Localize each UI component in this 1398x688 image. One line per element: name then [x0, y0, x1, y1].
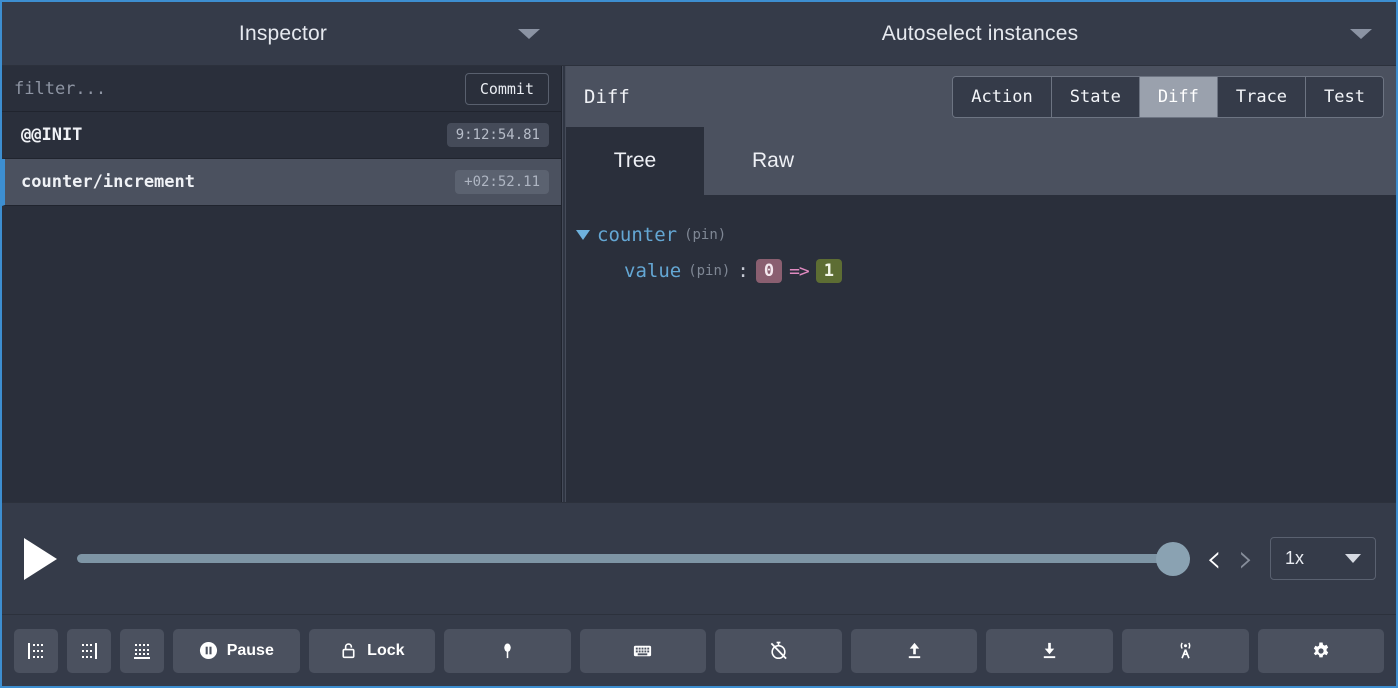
- dock-bottom-icon: [132, 641, 152, 661]
- inspector-tabs: Action State Diff Trace Test: [952, 76, 1384, 118]
- persist-button[interactable]: [444, 629, 571, 673]
- download-icon: [1040, 641, 1059, 660]
- tree-node-meta: (pin): [684, 227, 726, 243]
- tab-raw[interactable]: Raw: [704, 127, 842, 195]
- chevron-left-icon[interactable]: ‹: [1206, 539, 1222, 579]
- chevron-down-icon[interactable]: [1350, 29, 1372, 39]
- stopwatch-off-icon: [768, 640, 789, 661]
- page-title: Inspector: [239, 22, 327, 46]
- play-icon[interactable]: [24, 538, 57, 580]
- action-name: @@INIT: [21, 125, 82, 145]
- tree-node-child[interactable]: value (pin) : 0 => 1: [576, 253, 1396, 289]
- lock-icon: [339, 641, 358, 660]
- triangle-down-icon[interactable]: [576, 230, 590, 240]
- pause-label: Pause: [227, 642, 274, 660]
- playback-speed-select[interactable]: 1x: [1270, 537, 1376, 580]
- slider-track: [77, 554, 1190, 563]
- tree-node-colon: :: [737, 260, 748, 282]
- list-item[interactable]: counter/increment +02:52.11: [2, 159, 561, 206]
- chevron-right-icon[interactable]: ›: [1238, 539, 1254, 579]
- keyboard-icon: [632, 640, 653, 661]
- tab-tree[interactable]: Tree: [566, 127, 704, 195]
- devtools-window: Inspector Autoselect instances Commit @@…: [0, 0, 1398, 688]
- inspector-panel: Diff Action State Diff Trace Test Tree R…: [566, 66, 1396, 502]
- tree-node-key: counter: [597, 224, 677, 246]
- action-timestamp: 9:12:54.81: [447, 123, 549, 147]
- instances-selector[interactable]: Autoselect instances: [564, 2, 1396, 65]
- search-input[interactable]: [14, 79, 455, 99]
- window-header: Inspector Autoselect instances: [2, 2, 1396, 66]
- gear-icon: [1311, 641, 1331, 661]
- import-button[interactable]: [851, 629, 978, 673]
- filter-bar: Commit: [2, 66, 561, 112]
- pin-icon: [498, 641, 517, 660]
- export-button[interactable]: [986, 629, 1113, 673]
- upload-icon: [905, 641, 924, 660]
- diff-arrow: =>: [789, 261, 809, 282]
- inspector-selector[interactable]: Inspector: [2, 2, 564, 65]
- lock-button[interactable]: Lock: [309, 629, 436, 673]
- tab-action[interactable]: Action: [953, 77, 1051, 117]
- keyboard-button[interactable]: [580, 629, 707, 673]
- dock-left-button[interactable]: [14, 629, 58, 673]
- pause-icon: [199, 641, 218, 660]
- commit-button[interactable]: Commit: [465, 73, 549, 105]
- chevron-down-icon[interactable]: [518, 29, 540, 39]
- action-name: counter/increment: [21, 172, 195, 192]
- playback-speed-label: 1x: [1285, 548, 1304, 569]
- tree-node-meta: (pin): [688, 263, 730, 279]
- remote-button[interactable]: [1122, 629, 1249, 673]
- inspector-section-label: Diff: [584, 86, 630, 108]
- action-timestamp: +02:52.11: [455, 170, 549, 194]
- time-travel-player: ‹ › 1x: [2, 502, 1396, 614]
- tab-trace[interactable]: Trace: [1218, 77, 1306, 117]
- dock-bottom-button[interactable]: [120, 629, 164, 673]
- dock-right-button[interactable]: [67, 629, 111, 673]
- list-item[interactable]: @@INIT 9:12:54.81: [2, 112, 561, 159]
- main-body: Commit @@INIT 9:12:54.81 counter/increme…: [2, 66, 1396, 502]
- pause-button[interactable]: Pause: [173, 629, 300, 673]
- bottom-toolbar: Pause Lock: [2, 614, 1396, 686]
- tab-diff[interactable]: Diff: [1140, 77, 1218, 117]
- broadcast-icon: [1175, 640, 1196, 661]
- dock-left-icon: [26, 641, 46, 661]
- inspector-toolbar: Diff Action State Diff Trace Test: [566, 66, 1396, 127]
- tab-test[interactable]: Test: [1306, 77, 1383, 117]
- slider-thumb[interactable]: [1156, 542, 1190, 576]
- instances-title: Autoselect instances: [882, 22, 1079, 46]
- action-list: @@INIT 9:12:54.81 counter/increment +02:…: [2, 112, 561, 502]
- diff-tree: counter (pin) value (pin) : 0 => 1: [566, 195, 1396, 502]
- timeline-slider[interactable]: [77, 545, 1190, 573]
- tab-state[interactable]: State: [1052, 77, 1140, 117]
- tree-node-root[interactable]: counter (pin): [576, 217, 1396, 253]
- action-monitor-panel: Commit @@INIT 9:12:54.81 counter/increme…: [2, 66, 562, 502]
- tree-node-key: value: [624, 260, 681, 282]
- inspector-subtabs: Tree Raw: [566, 127, 1396, 195]
- chevron-down-icon: [1345, 554, 1361, 563]
- dock-right-icon: [79, 641, 99, 661]
- settings-button[interactable]: [1258, 629, 1385, 673]
- lock-label: Lock: [367, 642, 404, 660]
- dispatcher-button[interactable]: [715, 629, 842, 673]
- diff-old-value: 0: [756, 259, 782, 283]
- diff-new-value: 1: [816, 259, 842, 283]
